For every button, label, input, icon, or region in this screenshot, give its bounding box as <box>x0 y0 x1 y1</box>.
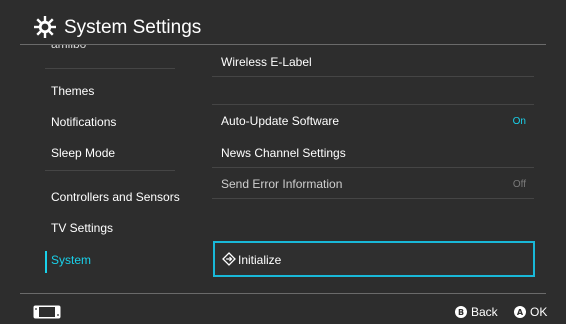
sidebar-item-themes[interactable]: Themes <box>51 83 94 99</box>
sidebar-divider <box>45 68 175 69</box>
initialize-label: Initialize <box>238 253 282 267</box>
row-send-error-information[interactable]: Send Error Information <box>221 176 342 192</box>
row-divider <box>212 76 534 77</box>
row-divider <box>212 198 534 199</box>
row-divider <box>212 104 534 105</box>
sidebar-item-sleep-mode[interactable]: Sleep Mode <box>51 145 115 161</box>
console-icon <box>33 305 61 319</box>
sidebar-item-controllers-and-sensors[interactable]: Controllers and Sensors <box>51 189 180 205</box>
sidebar-divider <box>45 170 175 171</box>
a-button-icon: A <box>514 306 526 318</box>
settings-screen: System Settings amiibo Themes Notificati… <box>0 0 566 324</box>
gear-icon <box>34 16 56 38</box>
footer-divider <box>20 293 546 294</box>
back-button[interactable]: B Back <box>455 304 498 320</box>
page-title: System Settings <box>64 17 202 38</box>
sidebar-item-notifications[interactable]: Notifications <box>51 114 116 130</box>
row-divider <box>212 167 534 168</box>
sidebar: amiibo Themes Notifications Sleep Mode C… <box>0 45 190 293</box>
ok-button[interactable]: A OK <box>514 304 547 320</box>
row-initialize[interactable]: Initialize <box>213 241 535 277</box>
send-error-status: Off <box>512 179 526 190</box>
header: System Settings <box>0 0 566 46</box>
b-button-icon: B <box>455 306 467 318</box>
sidebar-item-amiibo[interactable]: amiibo <box>51 45 86 52</box>
selection-indicator <box>45 251 47 273</box>
row-wireless-e-label[interactable]: Wireless E-Label <box>221 54 312 70</box>
row-news-channel-settings[interactable]: News Channel Settings <box>221 145 346 161</box>
auto-update-status: On <box>512 116 526 127</box>
ok-label: OK <box>530 305 548 319</box>
row-auto-update-software[interactable]: Auto-Update Software <box>221 113 339 129</box>
sidebar-item-system[interactable]: System <box>51 252 91 268</box>
sidebar-item-tv-settings[interactable]: TV Settings <box>51 220 113 236</box>
initialize-diamond-icon <box>222 252 236 266</box>
back-label: Back <box>471 305 498 319</box>
